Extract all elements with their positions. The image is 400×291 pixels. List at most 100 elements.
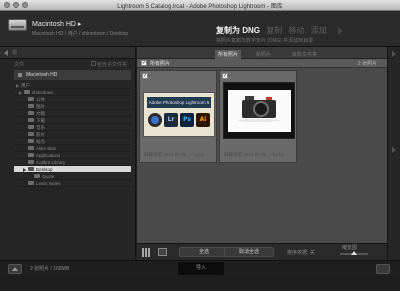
lens-icon	[148, 113, 162, 127]
hard-drive-icon	[8, 19, 27, 31]
folder-icon	[28, 160, 34, 164]
folder-label: shinedown	[32, 90, 54, 95]
folder-icon	[28, 146, 34, 150]
tab-all-photos[interactable]: 所有照片	[215, 50, 242, 59]
folder-label: Quote	[42, 174, 55, 179]
folder-row[interactable]: 图片	[14, 103, 131, 110]
photo-checkbox[interactable]: ✓	[222, 73, 228, 79]
grid-view-icon[interactable]	[142, 248, 151, 257]
slider-knob[interactable]	[351, 251, 357, 255]
sort-selector[interactable]: 排序依据: 关	[287, 249, 315, 256]
folder-icon	[28, 132, 34, 136]
photo-filename: 屏幕快照 2014-01-22 ... 4.png	[144, 152, 204, 157]
expand-triangle-icon[interactable]	[16, 84, 19, 88]
window-title: Lightroom 5 Catalog.lrcat - Adobe Photos…	[117, 4, 283, 10]
folder-icon	[28, 153, 34, 157]
folder-icon	[28, 181, 34, 185]
folder-icon	[28, 118, 34, 122]
expand-triangle-icon[interactable]	[392, 51, 396, 57]
folder-row[interactable]: 用户	[14, 82, 131, 89]
volume-icon	[18, 73, 22, 77]
photo-checkbox[interactable]: ✓	[142, 73, 148, 79]
files-label: 文件	[14, 62, 25, 68]
folder-row[interactable]: Quote	[14, 173, 131, 180]
folder-row-selected[interactable]: Desktop	[14, 166, 131, 173]
folder-row[interactable]: 站点	[14, 138, 131, 145]
photoshop-icon: Ps	[180, 113, 194, 127]
collapse-triangle-icon[interactable]	[4, 50, 8, 56]
tab-new-photos[interactable]: 新照片	[253, 50, 274, 59]
photo-thumbnail[interactable]	[223, 82, 295, 139]
folder-row[interactable]: 公共	[14, 96, 131, 103]
files-header: 文件 包含子文件夹	[0, 59, 135, 68]
photo-thumbnail[interactable]: Adobe Photoshop Lightroom 5 Lr Ps Ai	[143, 92, 215, 137]
include-subfolders-label: 包含子文件夹	[96, 62, 127, 68]
loupe-view-icon[interactable]	[158, 248, 167, 256]
folder-row[interactable]: Applications	[14, 152, 131, 159]
folder-icon	[28, 167, 34, 171]
volume-row[interactable]: Macintosh HD	[14, 70, 131, 80]
import-button[interactable]: 导入	[178, 262, 224, 275]
lightroom-icon: Lr	[164, 113, 178, 127]
folder-tree: 用户 shinedown 公共 图片 文稿 下载 音乐 影片 站点 Alien …	[14, 82, 131, 187]
grid-filter-bar: 所有照片 新照片 目标文件夹	[137, 47, 387, 59]
folder-label: Alien Skin	[36, 146, 57, 151]
photo-cell[interactable]: ✓ Adobe Photoshop Lightroom 5 Lr Ps Ai 屏…	[139, 70, 217, 163]
mode-description: 将照片复制为数字负片 (DNG) 并添加到目录	[216, 38, 314, 44]
folder-row[interactable]: 音乐	[14, 124, 131, 131]
thumbnail-banner: Adobe Photoshop Lightroom 5	[147, 97, 211, 108]
check-all-button[interactable]: 全选	[179, 247, 229, 257]
folder-label: Applications	[36, 153, 61, 158]
import-mode-tabs: 复制为 DNG 复制 移动 添加	[216, 25, 331, 36]
folder-label: Learn Notes	[36, 181, 61, 186]
title-bar: Lightroom 5 Catalog.lrcat - Adobe Photos…	[0, 0, 400, 11]
bottom-bar: 2 张照片 / 168MB 导入	[0, 260, 400, 276]
folder-row[interactable]: Alien Skin	[14, 145, 131, 152]
expand-triangle-icon[interactable]	[23, 168, 26, 172]
thumbnail-size-slider[interactable]	[340, 251, 368, 255]
folder-icon	[24, 90, 30, 94]
mode-copy-dng[interactable]: 复制为 DNG	[216, 26, 260, 35]
folder-row[interactable]: Learn Notes	[14, 180, 131, 187]
source-selector[interactable]: Macintosh HD ▸	[32, 20, 81, 28]
expand-triangle-icon[interactable]	[392, 147, 396, 153]
eject-icon[interactable]	[8, 264, 22, 274]
grid-toolbar: 全选 取消全选 排序依据: 关 缩览图	[137, 243, 387, 260]
mode-add[interactable]: 添加	[311, 26, 327, 35]
tab-destination-folders[interactable]: 目标文件夹	[289, 50, 320, 59]
folder-icon	[28, 111, 34, 115]
folder-row[interactable]: 文稿	[14, 110, 131, 117]
folder-row[interactable]: 下载	[14, 117, 131, 124]
folder-label: Calibre Library	[36, 160, 66, 165]
include-subfolders-checkbox[interactable]	[91, 61, 96, 66]
mode-copy[interactable]: 复制	[266, 26, 282, 35]
folder-row[interactable]: Calibre Library	[14, 159, 131, 166]
folder-row[interactable]: shinedown	[14, 89, 131, 96]
select-all-checkbox[interactable]: ✓	[141, 60, 147, 66]
folder-icon	[34, 174, 40, 178]
photo-count: 2 张照片	[357, 61, 377, 67]
destination-panel-collapsed[interactable]	[387, 47, 400, 260]
mode-move[interactable]: 移动	[288, 26, 304, 35]
source-arrow-icon: ▸	[77, 21, 82, 28]
source-panel-header[interactable]: 源	[0, 47, 135, 59]
photo-filename: 屏幕快照 2014-01-22 ... 8.png	[224, 152, 284, 157]
import-header: Macintosh HD ▸ Macintosh HD / 用户 / shine…	[0, 11, 400, 47]
lightroom-import-window: Lightroom 5 Catalog.lrcat - Adobe Photos…	[0, 0, 400, 291]
camera-icon	[242, 96, 276, 118]
photo-cell[interactable]: ✓ 屏幕快照 2014-01-22 ... 8.png	[219, 70, 297, 163]
volume-name: Macintosh HD	[26, 72, 58, 78]
expand-triangle-icon[interactable]	[19, 91, 22, 95]
folder-label: Desktop	[36, 167, 53, 172]
selection-bar: ✓ 所有照片 2 张照片	[137, 59, 387, 68]
folder-icon	[28, 139, 34, 143]
folder-icon	[28, 125, 34, 129]
import-summary: 2 张照片 / 168MB	[30, 266, 70, 272]
folder-row[interactable]: 影片	[14, 131, 131, 138]
source-panel: 源 文件 包含子文件夹 Macintosh HD 用户 shinedown 公共…	[0, 47, 136, 260]
uncheck-all-button[interactable]: 取消全选	[224, 247, 274, 257]
illustrator-icon: Ai	[196, 113, 210, 127]
source-name: Macintosh HD	[32, 21, 76, 28]
source-path: Macintosh HD / 用户 / shinedown / Desktop	[32, 31, 129, 37]
cancel-button[interactable]	[376, 264, 390, 274]
